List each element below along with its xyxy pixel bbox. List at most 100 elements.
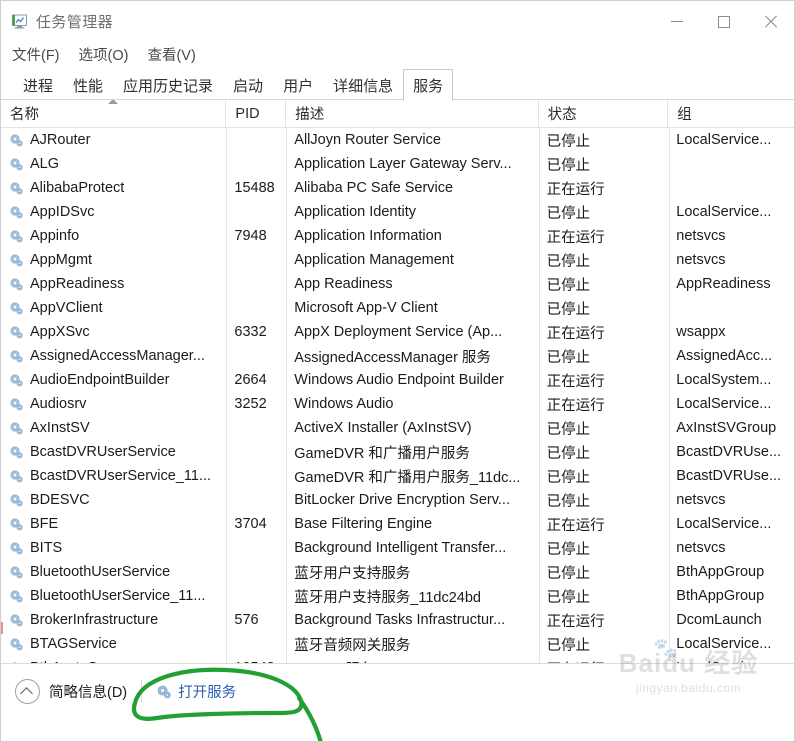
tab-services[interactable]: 服务 bbox=[403, 69, 454, 101]
cell-group: netsvcs bbox=[676, 492, 726, 508]
cell-group: wsappx bbox=[676, 324, 726, 340]
sort-ascending-icon bbox=[108, 100, 119, 104]
cell-group: LocalService... bbox=[676, 204, 772, 220]
cell-service-name: BcastDVRUserService bbox=[1, 444, 225, 460]
tab-strip: 进程 性能 应用历史记录 启动 用户 详细信息 服务 bbox=[1, 67, 794, 101]
tab-startup[interactable]: 启动 bbox=[223, 69, 273, 100]
table-row[interactable]: BFE 3704 Base Filtering Engine 正在运行 LocalSer… bbox=[1, 512, 794, 536]
table-row[interactable]: BrokerInfrastructure 576 Background Tasks … bbox=[1, 608, 794, 632]
cell-description: App Readiness bbox=[294, 276, 393, 292]
cell-group: DcomLaunch bbox=[676, 612, 762, 628]
cell-service-name: AppIDSvc bbox=[1, 204, 225, 220]
tab-processes[interactable]: 进程 bbox=[13, 69, 63, 100]
table-row[interactable]: AJRouter AllJoyn Router Service 已停止 LocalSe… bbox=[1, 128, 794, 152]
service-gear-icon bbox=[9, 133, 24, 148]
table-row[interactable]: AppVClient Microsoft App-V Client 已停止 bbox=[1, 296, 794, 320]
service-name-label: AudioEndpointBuilder bbox=[30, 372, 170, 388]
cell-description: Windows Audio bbox=[294, 396, 394, 412]
table-row[interactable]: BITS Background Intelligent Transfer... 已停… bbox=[1, 536, 794, 560]
cell-service-name: AJRouter bbox=[1, 132, 225, 148]
column-header-description[interactable]: 描述 bbox=[285, 100, 537, 127]
cell-service-name: BcastDVRUserService_11... bbox=[1, 468, 225, 484]
cell-group: LocalSystem... bbox=[676, 372, 772, 388]
column-header-group-label: 组 bbox=[677, 107, 692, 123]
table-row[interactable]: AppIDSvc Application Identity 已停止 LocalServ… bbox=[1, 200, 794, 224]
table-row[interactable]: BDESVC BitLocker Drive Encryption Serv...… bbox=[1, 488, 794, 512]
column-header-status[interactable]: 状态 bbox=[537, 100, 668, 127]
bottom-bar-divider bbox=[141, 680, 143, 702]
menu-item-file[interactable]: 文件(F) bbox=[12, 44, 60, 65]
service-name-label: AppIDSvc bbox=[30, 204, 95, 220]
tab-details[interactable]: 详细信息 bbox=[323, 69, 403, 100]
fewer-details-button[interactable]: 简略信息(D) bbox=[15, 678, 128, 704]
table-row[interactable]: AppXSvc 6332 AppX Deployment Service (Ap..… bbox=[1, 320, 794, 344]
cell-status: 已停止 bbox=[546, 133, 591, 150]
cell-description: BitLocker Drive Encryption Serv... bbox=[294, 492, 510, 508]
service-gear-icon bbox=[9, 181, 24, 196]
cell-pid: 15488 bbox=[234, 180, 275, 196]
table-row[interactable]: AxInstSV ActiveX Installer (AxInstSV) 已停止 A… bbox=[1, 416, 794, 440]
tab-app-history[interactable]: 应用历史记录 bbox=[113, 69, 223, 100]
cell-group: netsvcs bbox=[676, 540, 726, 556]
service-name-label: AppXSvc bbox=[30, 324, 90, 340]
table-row[interactable]: ALG Application Layer Gateway Serv... 已停止 bbox=[1, 152, 794, 176]
cell-description: 蓝牙用户支持服务 bbox=[294, 565, 411, 582]
bottom-bar: 简略信息(D) 打开服务 bbox=[1, 663, 794, 718]
service-name-label: Appinfo bbox=[30, 228, 80, 244]
cell-description: 蓝牙用户支持服务_11dc24bd bbox=[294, 589, 481, 606]
service-name-label: AssignedAccessManager... bbox=[30, 348, 205, 364]
column-header-pid[interactable]: PID bbox=[225, 100, 285, 127]
table-row[interactable]: AppMgmt Application Management 已停止 netsvcs bbox=[1, 248, 794, 272]
cell-status: 已停止 bbox=[546, 589, 591, 606]
menu-bar: 文件(F) 选项(O) 查看(V) bbox=[1, 42, 794, 67]
service-gear-icon bbox=[9, 613, 24, 628]
cell-service-name: AppReadiness bbox=[1, 276, 225, 292]
table-row[interactable]: BluetoothUserService_11... 蓝牙用户支持服务_11dc2… bbox=[1, 584, 794, 608]
close-button[interactable] bbox=[747, 1, 794, 42]
table-row[interactable]: BcastDVRUserService GameDVR 和广播用户服务 已停止 Bca… bbox=[1, 440, 794, 464]
cell-description: Application Layer Gateway Serv... bbox=[294, 156, 512, 172]
table-row[interactable]: AlibabaProtect 15488 Alibaba PC Safe Servi… bbox=[1, 176, 794, 200]
table-row[interactable]: AudioEndpointBuilder 2664 Windows Audio En… bbox=[1, 368, 794, 392]
minimize-button[interactable] bbox=[653, 1, 700, 42]
cell-description: Application Identity bbox=[294, 204, 416, 220]
menu-item-view[interactable]: 查看(V) bbox=[147, 44, 195, 65]
cell-description: Windows Audio Endpoint Builder bbox=[294, 372, 504, 388]
service-name-label: BcastDVRUserService_11... bbox=[30, 468, 212, 484]
minimize-icon bbox=[670, 21, 683, 22]
cell-status: 正在运行 bbox=[546, 325, 605, 342]
cell-description: GameDVR 和广播用户服务 bbox=[294, 445, 470, 462]
cell-pid: 2664 bbox=[234, 372, 267, 388]
service-gear-icon bbox=[9, 541, 24, 556]
maximize-button[interactable] bbox=[700, 1, 747, 42]
table-row[interactable]: AssignedAccessManager... AssignedAccessMa… bbox=[1, 344, 794, 368]
column-header-group[interactable]: 组 bbox=[667, 100, 794, 127]
service-name-label: BTAGService bbox=[30, 636, 117, 652]
table-row[interactable]: Appinfo 7948 Application Information 正在运行 ne… bbox=[1, 224, 794, 248]
service-gear-icon bbox=[9, 301, 24, 316]
task-manager-icon bbox=[11, 13, 28, 30]
service-gear-icon bbox=[9, 253, 24, 268]
menu-item-options[interactable]: 选项(O) bbox=[79, 44, 129, 65]
cell-service-name: AudioEndpointBuilder bbox=[1, 372, 225, 388]
table-row[interactable]: BTAGService 蓝牙音频网关服务 已停止 LocalService... bbox=[1, 632, 794, 656]
window-controls bbox=[653, 1, 794, 42]
column-header-description-label: 描述 bbox=[295, 107, 325, 123]
table-row[interactable]: BthAvctpSvc19548AVCTP 服务正在运行LocalService… bbox=[1, 656, 794, 663]
cell-status: 已停止 bbox=[546, 637, 591, 654]
table-row[interactable]: AppReadiness App Readiness 已停止 AppReadiness bbox=[1, 272, 794, 296]
cell-group: BthAppGroup bbox=[676, 564, 765, 580]
cell-group: LocalService... bbox=[676, 636, 772, 652]
table-row[interactable]: Audiosrv 3252 Windows Audio 正在运行 LocalServic… bbox=[1, 392, 794, 416]
service-name-label: BluetoothUserService_11... bbox=[30, 588, 206, 604]
fewer-details-label: 简略信息(D) bbox=[49, 684, 128, 701]
title-bar: 任务管理器 bbox=[1, 1, 794, 42]
cell-service-name: BrokerInfrastructure bbox=[1, 612, 225, 628]
service-name-label: BluetoothUserService bbox=[30, 564, 171, 580]
tab-performance[interactable]: 性能 bbox=[63, 69, 113, 100]
table-row[interactable]: BcastDVRUserService_11... GameDVR 和广播用户服务… bbox=[1, 464, 794, 488]
tab-users[interactable]: 用户 bbox=[273, 69, 323, 100]
open-services-link[interactable]: 打开服务 bbox=[156, 681, 236, 702]
column-header-name[interactable]: 名称 bbox=[1, 100, 225, 127]
table-row[interactable]: BluetoothUserService 蓝牙用户支持服务 已停止 BthAppGro… bbox=[1, 560, 794, 584]
